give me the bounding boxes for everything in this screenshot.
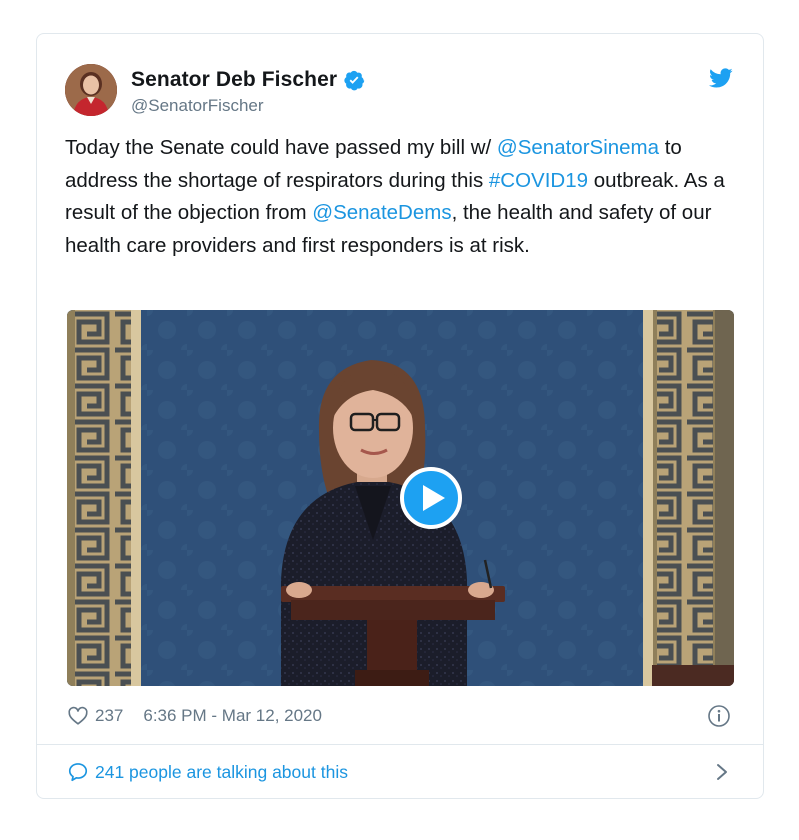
avatar[interactable]: [65, 64, 117, 116]
author-handle[interactable]: @SenatorFischer: [131, 96, 365, 116]
play-icon: [423, 485, 445, 511]
twitter-bird-icon[interactable]: [707, 66, 735, 90]
tweet-header: Senator Deb Fischer @SenatorFischer: [65, 64, 735, 124]
verified-badge-icon: [344, 70, 365, 91]
tweet-meta: 237 6:36 PM - Mar 12, 2020: [67, 703, 733, 729]
conversation-count-text[interactable]: 241 people are talking about this: [95, 762, 348, 783]
mention-senatedems-link[interactable]: @SenateDems: [312, 201, 451, 224]
tweet-text: Today the Senate could have passed my bi…: [65, 132, 737, 262]
play-button[interactable]: [400, 467, 462, 529]
heart-icon[interactable]: [67, 705, 89, 727]
chevron-right-icon[interactable]: [715, 762, 729, 782]
like-count[interactable]: 237: [95, 706, 123, 726]
video-thumbnail[interactable]: [67, 310, 734, 686]
reply-bubble-icon: [68, 763, 88, 782]
author-display-name[interactable]: Senator Deb Fischer: [131, 68, 337, 92]
tweet-timestamp[interactable]: 6:36 PM - Mar 12, 2020: [143, 706, 322, 726]
tweet-text-segment: Today the Senate could have passed my bi…: [65, 136, 497, 159]
info-icon[interactable]: [707, 704, 731, 728]
mention-senatorsinema-link[interactable]: @SenatorSinema: [497, 136, 659, 159]
embedded-tweet-card[interactable]: Senator Deb Fischer @SenatorFischer Toda…: [36, 33, 764, 799]
conversation-link[interactable]: 241 people are talking about this: [67, 756, 733, 788]
footer-divider: [37, 744, 763, 745]
hashtag-covid19-link[interactable]: #COVID19: [489, 169, 588, 192]
